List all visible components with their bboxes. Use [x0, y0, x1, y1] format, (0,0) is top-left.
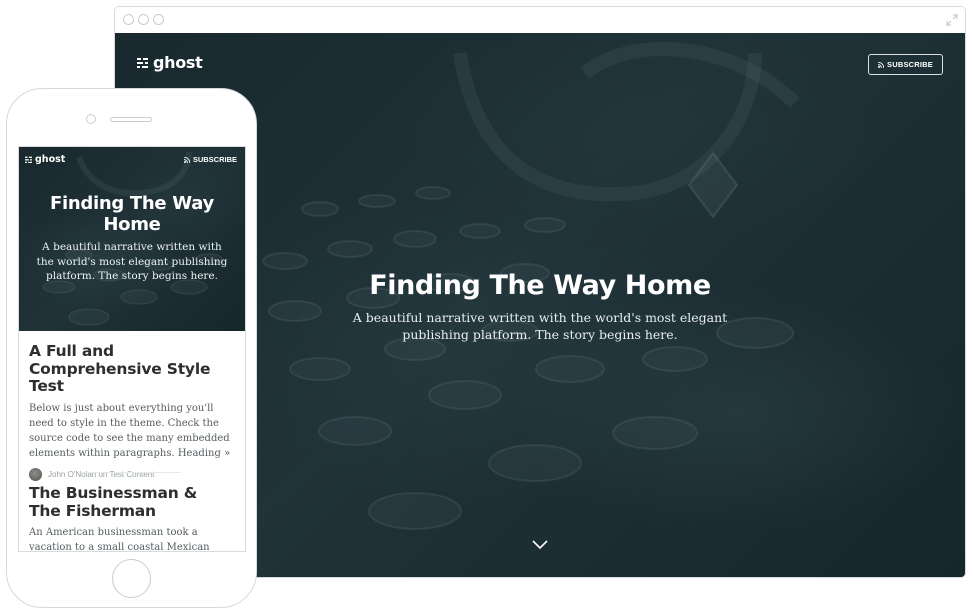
phone-frame: ghost SUBSCRIBE Finding The Way Home A b…	[6, 88, 257, 608]
phone-home-button[interactable]	[112, 559, 151, 598]
expand-icon[interactable]	[945, 13, 959, 27]
post-title[interactable]: A Full and Comprehensive Style Test	[29, 342, 233, 396]
post-author[interactable]: John O'Nolan	[48, 470, 96, 479]
read-more-link[interactable]: »	[224, 448, 230, 459]
hero-description: A beautiful narrative written with the w…	[352, 310, 728, 342]
mobile-logo-text: ghost	[35, 154, 66, 165]
rss-icon	[878, 61, 885, 68]
post-meta-on: on	[98, 469, 108, 479]
phone-speaker	[110, 117, 152, 122]
logo-text: ghost	[153, 53, 203, 72]
post-divider	[81, 472, 181, 473]
ghost-logo-icon	[137, 58, 148, 68]
phone-camera	[86, 114, 96, 124]
subscribe-button[interactable]: SUBSCRIBE	[868, 54, 943, 75]
post-meta-text: John O'Nolan on Test Content	[48, 470, 154, 479]
mobile-hero-title: Finding The Way Home	[50, 193, 214, 235]
post-excerpt: Below is just about everything you'll ne…	[29, 401, 233, 461]
post-card[interactable]: The Businessman & The Fisherman An Ameri…	[29, 484, 233, 552]
window-close-button[interactable]	[123, 14, 134, 25]
phone-screen: ghost SUBSCRIBE Finding The Way Home A b…	[18, 146, 246, 552]
mobile-hero-section: ghost SUBSCRIBE Finding The Way Home A b…	[19, 147, 245, 331]
mobile-subscribe-label: SUBSCRIBE	[192, 155, 237, 164]
mobile-site-logo[interactable]: ghost	[25, 154, 65, 165]
post-meta: John O'Nolan on Test Content	[29, 467, 233, 481]
mobile-hero-overlay	[19, 147, 245, 331]
subscribe-label: SUBSCRIBE	[887, 60, 933, 69]
post-card[interactable]: A Full and Comprehensive Style Test Belo…	[29, 342, 233, 481]
post-tag[interactable]: Test Content	[109, 470, 154, 479]
rss-icon	[183, 156, 190, 163]
browser-toolbar	[115, 7, 965, 33]
author-avatar[interactable]	[29, 467, 42, 481]
chevron-down-icon[interactable]	[531, 538, 549, 550]
post-title[interactable]: The Businessman & The Fisherman	[29, 484, 233, 520]
post-excerpt: An American businessman took a vacation …	[29, 527, 210, 552]
post-excerpt-text: Below is just about everything you'll ne…	[29, 402, 230, 459]
window-minimize-button[interactable]	[138, 14, 149, 25]
window-zoom-button[interactable]	[153, 14, 164, 25]
mobile-subscribe-button[interactable]: SUBSCRIBE	[183, 155, 237, 164]
site-logo[interactable]: ghost	[137, 53, 203, 72]
ghost-logo-icon	[25, 156, 32, 163]
mobile-hero-description: A beautiful narrative written with the w…	[36, 241, 228, 282]
